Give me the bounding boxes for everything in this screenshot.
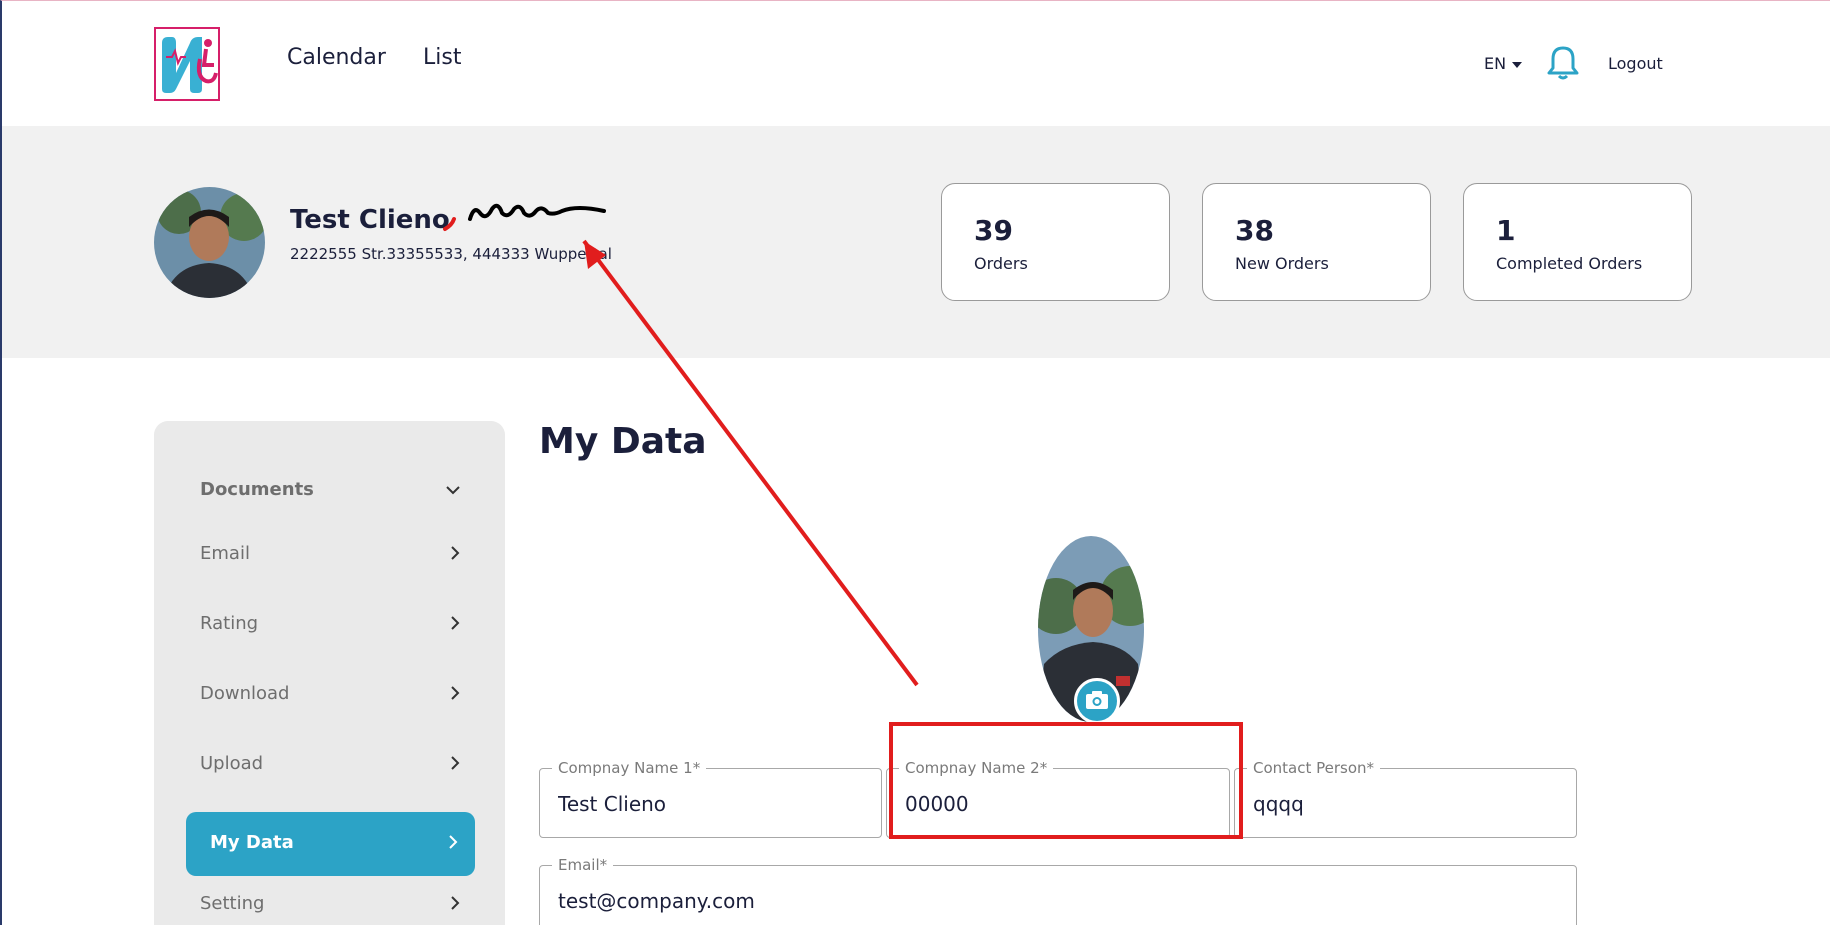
field-label: Contact Person* bbox=[1247, 759, 1381, 777]
company-name-1-field: Compnay Name 1* bbox=[539, 759, 882, 838]
contact-person-input[interactable] bbox=[1253, 789, 1558, 819]
sidebar-item-upload[interactable]: Upload bbox=[154, 733, 505, 793]
page-title: My Data bbox=[539, 421, 707, 462]
annotation-highlight-box bbox=[889, 722, 1243, 839]
language-label: EN bbox=[1484, 54, 1507, 73]
profile-address: 2222555 Str.33355533, 444333 Wuppertal bbox=[290, 245, 612, 263]
profile-name: Test Clieno bbox=[290, 205, 450, 235]
logout-link[interactable]: Logout bbox=[1608, 54, 1663, 73]
stat-value: 38 bbox=[1235, 214, 1274, 247]
nav-calendar[interactable]: Calendar bbox=[287, 45, 386, 70]
chevron-right-icon bbox=[451, 756, 460, 770]
stat-value: 39 bbox=[974, 214, 1013, 247]
sidebar-item-setting[interactable]: Setting bbox=[154, 873, 505, 925]
chevron-down-icon bbox=[446, 486, 460, 495]
sidebar-item-documents[interactable]: Documents bbox=[154, 459, 505, 519]
stat-label: New Orders bbox=[1235, 254, 1329, 273]
email-input[interactable] bbox=[558, 886, 1558, 916]
chevron-right-icon bbox=[451, 896, 460, 910]
sidebar-item-rating[interactable]: Rating bbox=[154, 593, 505, 653]
sidebar-item-download[interactable]: Download bbox=[154, 663, 505, 723]
email-field: Email* bbox=[539, 856, 1577, 925]
sidebar-item-label: Documents bbox=[200, 479, 314, 500]
chevron-right-icon bbox=[449, 835, 458, 849]
company-name-1-input[interactable] bbox=[558, 789, 863, 819]
stat-card-new-orders[interactable]: 38 New Orders bbox=[1202, 183, 1431, 301]
profile-avatar bbox=[154, 187, 265, 298]
caret-down-icon bbox=[1512, 61, 1523, 68]
contact-person-field: Contact Person* bbox=[1234, 759, 1577, 838]
top-navbar: Calendar List EN Logout bbox=[2, 1, 1830, 126]
change-photo-button[interactable] bbox=[1074, 678, 1120, 724]
stat-card-orders[interactable]: 39 Orders bbox=[941, 183, 1170, 301]
field-label: Compnay Name 1* bbox=[552, 759, 707, 777]
nav-list[interactable]: List bbox=[423, 45, 461, 70]
sidebar-item-label: Download bbox=[200, 683, 290, 704]
sidebar-item-label: Upload bbox=[200, 753, 264, 774]
sidebar-item-label: Email bbox=[200, 543, 250, 564]
bell-icon[interactable] bbox=[1547, 45, 1579, 81]
camera-icon bbox=[1086, 691, 1108, 709]
sidebar-item-label: Rating bbox=[200, 613, 259, 634]
chevron-right-icon bbox=[451, 686, 460, 700]
sidebar: Documents Email Rating Download Upload M… bbox=[154, 421, 505, 925]
logo-icon[interactable] bbox=[154, 27, 220, 101]
stat-value: 1 bbox=[1496, 214, 1516, 247]
sidebar-item-email[interactable]: Email bbox=[154, 523, 505, 583]
sidebar-item-label: My Data bbox=[210, 832, 294, 853]
language-selector[interactable]: EN bbox=[1484, 54, 1523, 73]
sidebar-item-my-data[interactable]: My Data bbox=[186, 812, 475, 876]
chevron-right-icon bbox=[451, 616, 460, 630]
chevron-right-icon bbox=[451, 546, 460, 560]
stat-card-completed-orders[interactable]: 1 Completed Orders bbox=[1463, 183, 1692, 301]
stat-label: Orders bbox=[974, 254, 1028, 273]
page: Calendar List EN Logout Test Clieno 2222… bbox=[0, 0, 1830, 925]
stat-label: Completed Orders bbox=[1496, 254, 1643, 273]
sidebar-item-label: Setting bbox=[200, 893, 265, 914]
field-label: Email* bbox=[552, 856, 614, 874]
